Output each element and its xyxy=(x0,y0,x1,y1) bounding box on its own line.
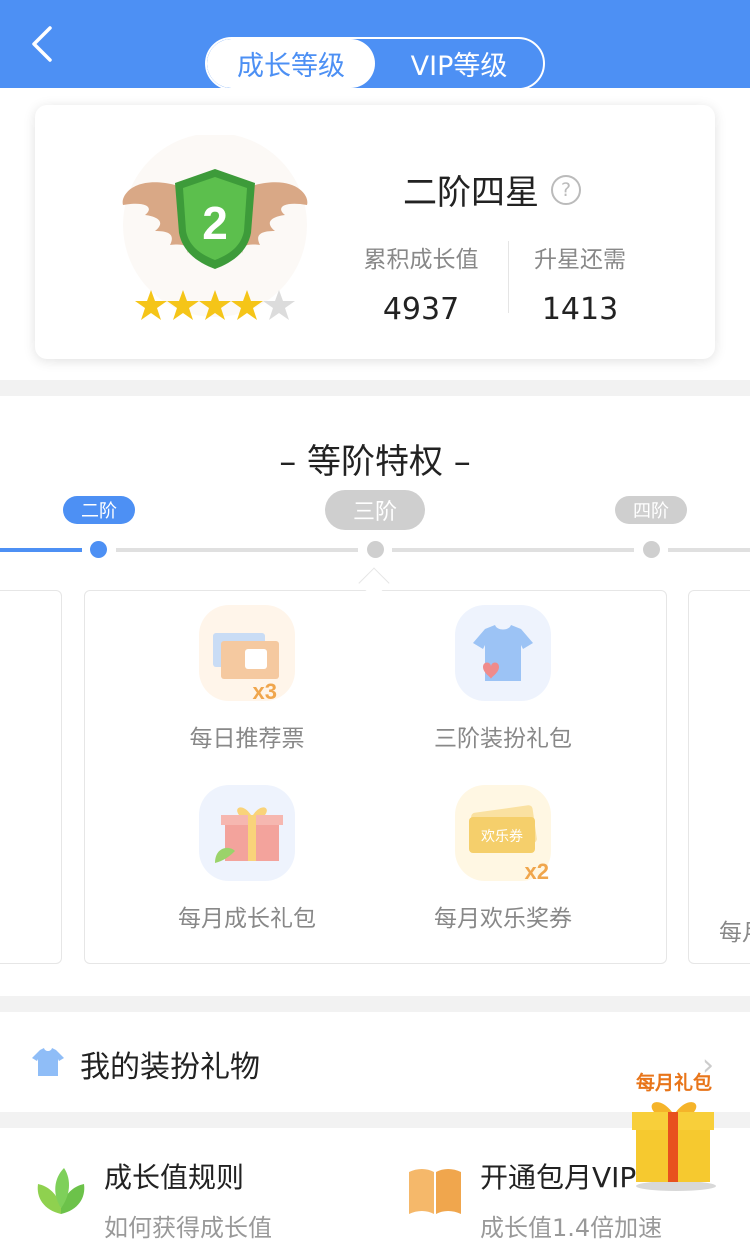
stat-accumulated: 累积成长值 4937 xyxy=(356,240,486,327)
stat-value: 1413 xyxy=(541,292,619,327)
tier-pill-3[interactable]: 三阶 xyxy=(325,490,425,530)
level-badge: 2 xyxy=(115,133,315,335)
progress-track xyxy=(668,548,750,552)
stat-needed: 升星还需 1413 xyxy=(515,240,645,327)
privileges-section: – 等阶特权 – 二阶 三阶 四阶 每月 x3 每日推荐票 xyxy=(0,396,750,996)
level-card: 2 二阶四星 ? 累积成长值 4937 升星还需 1413 xyxy=(35,105,715,359)
back-arrow-icon[interactable] xyxy=(26,24,66,64)
level-name: 二阶四星 xyxy=(403,173,539,213)
leaf-icon xyxy=(34,1164,88,1218)
floating-monthly-gift[interactable]: 每月礼包 xyxy=(624,1068,724,1192)
voucher-icon: 欢乐券 x2 xyxy=(455,785,551,884)
svg-text:x3: x3 xyxy=(253,679,277,701)
help-icon[interactable]: ? xyxy=(551,174,581,205)
tab-growth-level[interactable]: 成长等级 xyxy=(207,39,375,88)
svg-text:x2: x2 xyxy=(525,859,549,881)
tier-dot-2[interactable] xyxy=(90,541,107,558)
gift-box-icon xyxy=(632,1102,716,1191)
privilege-card-prev[interactable] xyxy=(0,590,62,964)
stat-divider xyxy=(508,241,509,313)
tier-pill-2[interactable]: 二阶 xyxy=(63,496,135,524)
privilege-item[interactable]: 每月成长礼包 xyxy=(122,785,372,933)
privilege-card-next[interactable]: 每月 xyxy=(688,590,750,964)
level-title: 二阶四星 ? xyxy=(403,165,581,214)
ticket-thumb-icon: x3 xyxy=(199,605,295,704)
stat-label: 升星还需 xyxy=(534,247,626,273)
tier-dot-4[interactable] xyxy=(643,541,660,558)
header-bar: 成长等级 VIP等级 xyxy=(0,0,750,90)
book-icon xyxy=(407,1168,463,1214)
privilege-item[interactable]: x3 每日推荐票 xyxy=(122,605,372,753)
item-label: 每月 xyxy=(719,920,750,946)
stat-value: 4937 xyxy=(382,292,460,327)
badge-number: 2 xyxy=(202,197,228,249)
growth-rules-link[interactable]: 成长值规则 如何获得成长值 xyxy=(104,1156,272,1243)
svg-text:欢乐券: 欢乐券 xyxy=(481,829,523,845)
link-subtitle: 如何获得成长值 xyxy=(104,1214,272,1242)
item-label: 每日推荐票 xyxy=(189,726,305,752)
stat-label: 累积成长值 xyxy=(363,247,479,273)
level-section: 2 二阶四星 ? 累积成长值 4937 升星还需 1413 xyxy=(0,88,750,380)
progress-track xyxy=(392,548,634,552)
link-title: 成长值规则 xyxy=(104,1161,245,1194)
level-tab-switch: 成长等级 VIP等级 xyxy=(205,37,545,90)
my-gifts-label: 我的装扮礼物 xyxy=(80,1050,260,1085)
item-label: 每月欢乐奖券 xyxy=(434,906,572,932)
shirt-icon xyxy=(32,1048,64,1076)
tier-dot-3[interactable] xyxy=(367,541,384,558)
item-label: 每月成长礼包 xyxy=(178,906,316,932)
floating-gift-label: 每月礼包 xyxy=(635,1072,712,1094)
gift-box-icon xyxy=(199,785,295,881)
section-title: – 等阶特权 – xyxy=(279,442,471,482)
tier-pill-4[interactable]: 四阶 xyxy=(615,496,687,524)
privilege-card-current: x3 每日推荐票 三阶装扮礼包 每月成长礼包 欢乐券 x2 每月欢乐奖券 xyxy=(84,590,667,964)
item-label: 三阶装扮礼包 xyxy=(434,726,572,752)
privilege-item[interactable]: 欢乐券 x2 每月欢乐奖券 xyxy=(378,785,628,933)
privilege-item[interactable]: 三阶装扮礼包 xyxy=(378,605,628,753)
tab-vip-level[interactable]: VIP等级 xyxy=(375,39,543,88)
progress-track xyxy=(116,548,358,552)
link-subtitle: 成长值1.4倍加速 xyxy=(480,1214,663,1242)
progress-track-done xyxy=(0,548,82,552)
shirt-heart-icon xyxy=(455,605,551,701)
